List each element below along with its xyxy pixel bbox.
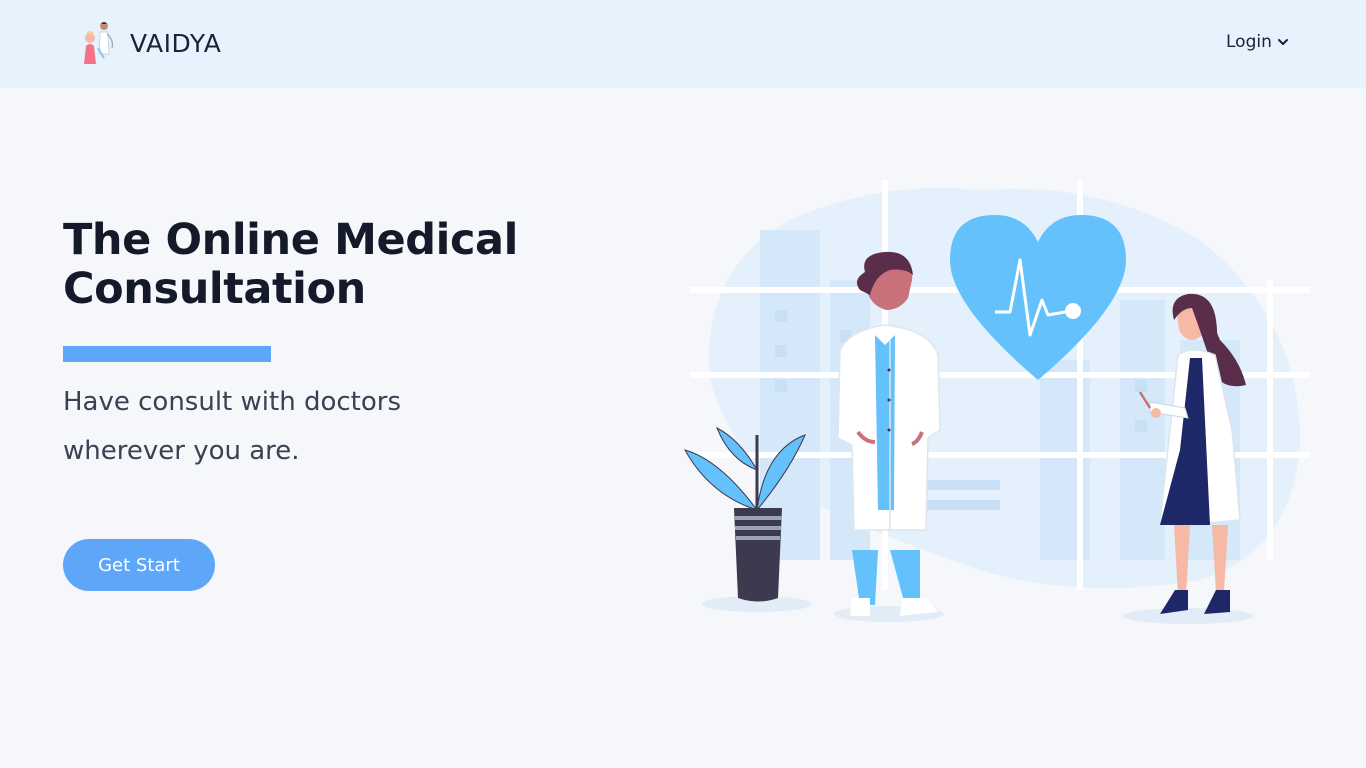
doctors-illustration: [683, 180, 1310, 624]
chevron-down-icon: [1277, 39, 1288, 45]
navbar: VAIDYA Login: [0, 0, 1366, 88]
hero-title: The Online Medical Consultation: [63, 215, 518, 314]
get-start-button[interactable]: Get Start: [63, 539, 215, 591]
brand[interactable]: VAIDYA: [76, 18, 221, 68]
title-accent-bar: [63, 346, 271, 362]
login-dropdown[interactable]: Login: [1226, 32, 1289, 52]
login-label: Login: [1226, 32, 1272, 52]
doctor-logo-icon: [84, 22, 114, 64]
hero-subtitle: Have consult with doctors wherever you a…: [63, 387, 401, 466]
brand-name: VAIDYA: [130, 28, 222, 58]
